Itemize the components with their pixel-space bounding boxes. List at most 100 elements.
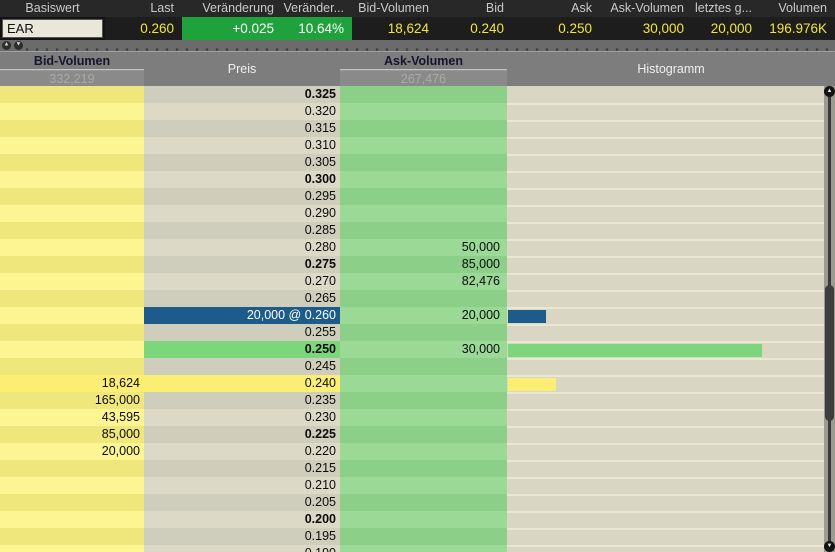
ask-volume-cell[interactable] bbox=[340, 477, 507, 494]
quote-col-header-letztes-geschaeft[interactable]: letztes g... bbox=[692, 0, 760, 17]
ask-volume-cell[interactable] bbox=[340, 494, 507, 511]
ask-volume-cell[interactable] bbox=[340, 171, 507, 188]
sort-up-button[interactable]: ▲ bbox=[2, 41, 11, 50]
price-cell[interactable]: 20,000 @ 0.260 bbox=[144, 307, 340, 324]
price-cell[interactable]: 0.270 bbox=[144, 273, 340, 290]
quote-col-header-basiswert[interactable]: Basiswert bbox=[0, 0, 105, 17]
price-cell[interactable]: 0.245 bbox=[144, 358, 340, 375]
ask-volume-cell[interactable] bbox=[340, 86, 507, 103]
bid-volume-cell[interactable] bbox=[0, 290, 144, 307]
ladder-row[interactable]: 20,000 @ 0.260 20,000 bbox=[0, 307, 835, 324]
ask-volume-cell[interactable] bbox=[340, 426, 507, 443]
ask-volume-cell[interactable] bbox=[340, 392, 507, 409]
ask-volume-cell[interactable] bbox=[340, 188, 507, 205]
ask-volume-cell[interactable] bbox=[340, 460, 507, 477]
bid-volume-cell[interactable] bbox=[0, 222, 144, 239]
ask-volume-cell[interactable] bbox=[340, 528, 507, 545]
quote-col-header-veraenderung[interactable]: Veränderung bbox=[182, 0, 282, 17]
ladder-row[interactable]: 0.315 bbox=[0, 120, 835, 137]
ask-volume-cell[interactable]: 50,000 bbox=[340, 239, 507, 256]
price-cell[interactable]: 0.275 bbox=[144, 256, 340, 273]
bid-volume-cell[interactable] bbox=[0, 477, 144, 494]
price-cell[interactable]: 0.325 bbox=[144, 86, 340, 103]
bid-volume-cell[interactable]: 20,000 bbox=[0, 443, 144, 460]
bid-volume-cell[interactable] bbox=[0, 137, 144, 154]
ladder-row[interactable]: 0.320 bbox=[0, 103, 835, 120]
ask-volume-cell[interactable] bbox=[340, 511, 507, 528]
ask-volume-cell[interactable] bbox=[340, 409, 507, 426]
ladder-row[interactable]: 0.275 85,000 bbox=[0, 256, 835, 273]
ladder-row[interactable]: 0.295 bbox=[0, 188, 835, 205]
quote-col-header-volumen[interactable]: Volumen bbox=[760, 0, 835, 17]
ladder-row[interactable]: 0.325 bbox=[0, 86, 835, 103]
bid-volume-cell[interactable] bbox=[0, 528, 144, 545]
instrument-symbol[interactable]: EAR bbox=[2, 19, 103, 38]
bid-volume-cell[interactable] bbox=[0, 205, 144, 222]
scroll-down-button[interactable]: ▼ bbox=[824, 541, 835, 552]
price-cell[interactable]: 0.230 bbox=[144, 409, 340, 426]
ask-volume-cell[interactable] bbox=[340, 358, 507, 375]
bid-volume-cell[interactable] bbox=[0, 307, 144, 324]
ladder-row[interactable]: 18,624 0.240 bbox=[0, 375, 835, 392]
bid-volume-cell[interactable] bbox=[0, 494, 144, 511]
price-cell[interactable]: 0.320 bbox=[144, 103, 340, 120]
bid-volume-cell[interactable]: 165,000 bbox=[0, 392, 144, 409]
price-cell[interactable]: 0.250 bbox=[144, 341, 340, 358]
scroll-thumb[interactable] bbox=[825, 285, 834, 421]
ask-volume-cell[interactable] bbox=[340, 205, 507, 222]
ladder-row[interactable]: 0.290 bbox=[0, 205, 835, 222]
price-cell[interactable]: 0.220 bbox=[144, 443, 340, 460]
bid-volume-cell[interactable] bbox=[0, 324, 144, 341]
bid-volume-cell[interactable] bbox=[0, 545, 144, 552]
ladder-row[interactable]: 0.215 bbox=[0, 460, 835, 477]
ask-volume-cell[interactable]: 85,000 bbox=[340, 256, 507, 273]
bid-volume-cell[interactable] bbox=[0, 103, 144, 120]
bid-volume-cell[interactable] bbox=[0, 86, 144, 103]
bid-volume-cell[interactable] bbox=[0, 511, 144, 528]
price-cell[interactable]: 0.265 bbox=[144, 290, 340, 307]
bid-volume-cell[interactable]: 18,624 bbox=[0, 375, 144, 392]
price-cell[interactable]: 0.300 bbox=[144, 171, 340, 188]
price-cell[interactable]: 0.305 bbox=[144, 154, 340, 171]
price-cell[interactable]: 0.285 bbox=[144, 222, 340, 239]
ladder-row[interactable]: 0.195 bbox=[0, 528, 835, 545]
price-cell[interactable]: 0.290 bbox=[144, 205, 340, 222]
ladder-row[interactable]: 43,595 0.230 bbox=[0, 409, 835, 426]
ladder-row[interactable]: 0.245 bbox=[0, 358, 835, 375]
ladder-row[interactable]: 0.250 30,000 bbox=[0, 341, 835, 358]
ask-volume-cell[interactable] bbox=[340, 443, 507, 460]
ask-volume-cell[interactable] bbox=[340, 120, 507, 137]
price-cell[interactable]: 0.235 bbox=[144, 392, 340, 409]
price-cell[interactable]: 0.280 bbox=[144, 239, 340, 256]
bid-volume-cell[interactable] bbox=[0, 171, 144, 188]
price-cell[interactable]: 0.195 bbox=[144, 528, 340, 545]
ladder-row[interactable]: 0.305 bbox=[0, 154, 835, 171]
ladder-row[interactable]: 20,000 0.220 bbox=[0, 443, 835, 460]
ask-volume-cell[interactable]: 20,000 bbox=[340, 307, 507, 324]
quote-col-header-bid-volumen[interactable]: Bid-Volumen bbox=[352, 0, 437, 17]
quote-col-header-veraenderung-prozent[interactable]: Veränder... bbox=[282, 0, 352, 17]
ask-volume-cell[interactable] bbox=[340, 154, 507, 171]
quote-col-header-ask[interactable]: Ask bbox=[512, 0, 600, 17]
price-cell[interactable]: 0.205 bbox=[144, 494, 340, 511]
ask-volume-cell[interactable] bbox=[340, 222, 507, 239]
price-cell[interactable]: 0.240 bbox=[144, 375, 340, 392]
bid-volume-cell[interactable] bbox=[0, 256, 144, 273]
ladder-row[interactable]: 0.210 bbox=[0, 477, 835, 494]
ladder-row[interactable]: 0.300 bbox=[0, 171, 835, 188]
bid-volume-cell[interactable] bbox=[0, 120, 144, 137]
ask-volume-cell[interactable] bbox=[340, 375, 507, 392]
bid-volume-cell[interactable] bbox=[0, 358, 144, 375]
ask-volume-cell[interactable] bbox=[340, 137, 507, 154]
price-cell[interactable]: 0.295 bbox=[144, 188, 340, 205]
quote-col-header-ask-volumen[interactable]: Ask-Volumen bbox=[600, 0, 692, 17]
price-cell[interactable]: 0.225 bbox=[144, 426, 340, 443]
price-cell[interactable]: 0.310 bbox=[144, 137, 340, 154]
price-cell[interactable]: 0.255 bbox=[144, 324, 340, 341]
bid-volume-cell[interactable] bbox=[0, 460, 144, 477]
ladder-row[interactable]: 0.205 bbox=[0, 494, 835, 511]
price-cell[interactable]: 0.315 bbox=[144, 120, 340, 137]
bid-volume-cell[interactable] bbox=[0, 188, 144, 205]
bid-volume-cell[interactable] bbox=[0, 239, 144, 256]
ladder-row[interactable]: 0.270 82,476 bbox=[0, 273, 835, 290]
